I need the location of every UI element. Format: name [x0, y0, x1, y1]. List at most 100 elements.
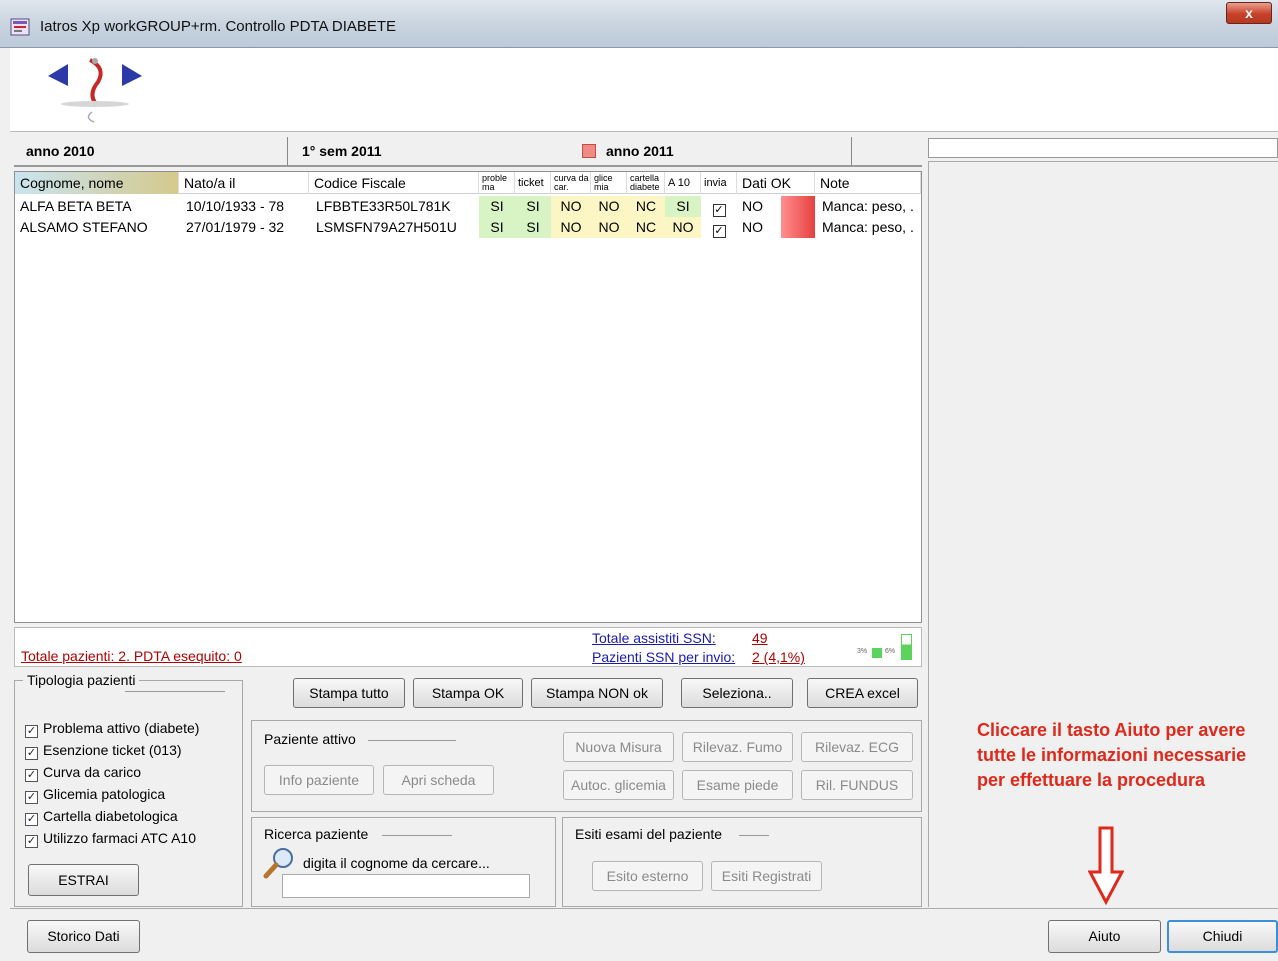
rilevaz-ecg-button[interactable]: Rilevaz. ECG [801, 732, 913, 762]
dati-ok-status-bar [781, 217, 815, 238]
cell-a10: NO [665, 217, 701, 238]
cell-curva: NO [551, 217, 591, 238]
totals-bar: Totale pazienti: 2. PDTA esequito: 0 Tot… [14, 627, 922, 667]
tab-1-sem-2011[interactable]: 1° sem 2011 [290, 137, 570, 165]
autoc-glicemia-button[interactable]: Autoc. glicemia [563, 770, 674, 800]
totale-pazienti-link[interactable]: Totale pazienti: 2. PDTA esequito: 0 [21, 648, 242, 664]
checkbox-glicemia-patologica[interactable]: ✓ Glicemia patologica [25, 784, 165, 804]
col-cartella[interactable]: cartella diabete [627, 172, 665, 194]
col-cognome-nome[interactable]: Cognome, nome [15, 172, 179, 194]
checkbox-curva-carico-box[interactable]: ✓ [25, 769, 38, 782]
cell-invia[interactable]: ✓ [701, 196, 737, 217]
mini-bar-large [901, 634, 912, 660]
col-a10[interactable]: A 10 [665, 172, 701, 194]
cell-problema: SI [479, 196, 515, 217]
aiuto-instruction-note: Cliccare il tasto Aiuto per avere tutte … [977, 720, 1247, 790]
mini-label-right: 6% [885, 648, 896, 655]
tab-anno-2011[interactable]: anno 2011 [570, 137, 852, 165]
right-panel-field[interactable] [928, 138, 1278, 158]
patients-table: Cognome, nome Nato/a il Codice Fiscale p… [14, 171, 922, 623]
pazienti-invio-link[interactable]: Pazienti SSN per invio: [592, 649, 735, 665]
tab-anno-2010[interactable]: anno 2010 [14, 137, 288, 165]
esiti-legend: Esiti esami del paziente [571, 826, 727, 842]
aiuto-button[interactable]: Aiuto [1048, 920, 1161, 953]
cell-invia[interactable]: ✓ [701, 217, 737, 238]
tab-marker-icon [582, 144, 596, 158]
stampa-non-ok-button[interactable]: Stampa NON ok [531, 678, 663, 708]
col-dati-ok[interactable]: Dati OK [737, 172, 815, 194]
cell-curva: NO [551, 196, 591, 217]
esiti-esami-group: Esiti esami del paziente Esito esterno E… [562, 817, 922, 907]
cell-glicemia: NO [591, 196, 627, 217]
cell-dati-ok: NO [742, 198, 763, 214]
col-glicemia[interactable]: glice mia [591, 172, 627, 194]
nuova-misura-button[interactable]: Nuova Misura [563, 732, 674, 762]
mini-bar-small [872, 648, 882, 658]
esame-piede-button[interactable]: Esame piede [682, 770, 793, 800]
checkbox-curva-carico-label: Curva da carico [43, 764, 142, 780]
invia-checkbox[interactable]: ✓ [712, 225, 726, 238]
col-note[interactable]: Note [815, 172, 921, 194]
right-panel [928, 161, 1278, 907]
app-icon [10, 18, 30, 36]
checkbox-problema-attivo[interactable]: ✓ Problema attivo (diabete) [25, 718, 199, 738]
cell-cartella: NC [627, 196, 665, 217]
cell-codice-fiscale: LSMSFN79A27H501U [316, 219, 457, 235]
cell-born: 27/01/1979 - 32 [186, 219, 285, 235]
estrai-button[interactable]: ESTRAI [28, 864, 139, 896]
checkbox-esenzione-ticket[interactable]: ✓ Esenzione ticket (013) [25, 740, 182, 760]
chiudi-button[interactable]: Chiudi [1167, 920, 1278, 953]
apri-scheda-button[interactable]: Apri scheda [383, 765, 494, 795]
esiti-registrati-button[interactable]: Esiti Registrati [711, 861, 822, 891]
table-row[interactable]: ALFA BETA BETA 10/10/1933 - 78 LFBBTE33R… [15, 196, 921, 217]
checkbox-esenzione-ticket-box[interactable]: ✓ [25, 747, 38, 760]
col-invia[interactable]: invia [701, 172, 737, 194]
table-header: Cognome, nome Nato/a il Codice Fiscale p… [15, 172, 921, 194]
checkbox-cartella-diabetologica[interactable]: ✓ Cartella diabetologica [25, 806, 178, 826]
checkbox-farmaci-a10-label: Utilizzo farmaci ATC A10 [43, 830, 197, 846]
totale-assistiti-value[interactable]: 49 [752, 630, 768, 646]
search-cognome-input[interactable] [282, 874, 530, 898]
cell-problema: SI [479, 217, 515, 238]
col-codice-fiscale[interactable]: Codice Fiscale [309, 172, 479, 194]
checkbox-glicemia-patologica-box[interactable]: ✓ [25, 791, 38, 804]
storico-dati-button[interactable]: Storico Dati [27, 920, 140, 953]
cell-ticket: SI [515, 196, 551, 217]
pazienti-invio-value[interactable]: 2 (4,1%) [752, 649, 805, 665]
paziente-attivo-group: Paziente attivo Info paziente Apri sched… [251, 720, 922, 812]
cell-name: ALFA BETA BETA [20, 198, 132, 214]
checkbox-curva-carico[interactable]: ✓ Curva da carico [25, 762, 141, 782]
cell-ticket: SI [515, 217, 551, 238]
col-curva[interactable]: curva da car. [551, 172, 591, 194]
checkbox-farmaci-a10-box[interactable]: ✓ [25, 835, 38, 848]
stampa-tutto-button[interactable]: Stampa tutto [293, 678, 405, 708]
col-ticket[interactable]: ticket [515, 172, 551, 194]
paziente-attivo-legend: Paziente attivo [260, 731, 360, 747]
footer-divider [10, 908, 1278, 909]
checkbox-problema-attivo-label: Problema attivo (diabete) [43, 720, 200, 736]
col-problema[interactable]: proble ma [479, 172, 515, 194]
legend-rule [739, 835, 769, 836]
info-paziente-button[interactable]: Info paziente [264, 765, 374, 795]
col-nato-il[interactable]: Nato/a il [179, 172, 309, 194]
tab-anno-2011-label: anno 2011 [606, 143, 674, 159]
crea-excel-button[interactable]: CREA excel [807, 678, 918, 708]
checkbox-cartella-diabetologica-box[interactable]: ✓ [25, 813, 38, 826]
esito-esterno-button[interactable]: Esito esterno [592, 861, 703, 891]
window-close-button[interactable]: x [1226, 2, 1272, 24]
iatros-logo [48, 58, 142, 123]
ril-fundus-button[interactable]: Ril. FUNDUS [801, 770, 913, 800]
rilevaz-fumo-button[interactable]: Rilevaz. Fumo [682, 732, 793, 762]
table-row[interactable]: ALSAMO STEFANO 27/01/1979 - 32 LSMSFN79A… [15, 217, 921, 238]
seleziona-button[interactable]: Seleziona.. [681, 678, 793, 708]
ricerca-hint: digita il cognome da cercare... [303, 855, 490, 871]
totale-assistiti-link[interactable]: Totale assistiti SSN: [592, 630, 716, 646]
legend-rule [125, 691, 225, 692]
invia-checkbox[interactable]: ✓ [712, 204, 726, 217]
checkbox-problema-attivo-box[interactable]: ✓ [25, 725, 38, 738]
cell-cartella: NC [627, 217, 665, 238]
stampa-ok-button[interactable]: Stampa OK [413, 678, 523, 708]
checkbox-farmaci-a10[interactable]: ✓ Utilizzo farmaci ATC A10 [25, 828, 196, 848]
checkbox-glicemia-patologica-label: Glicemia patologica [43, 786, 166, 802]
legend-rule [382, 835, 452, 836]
